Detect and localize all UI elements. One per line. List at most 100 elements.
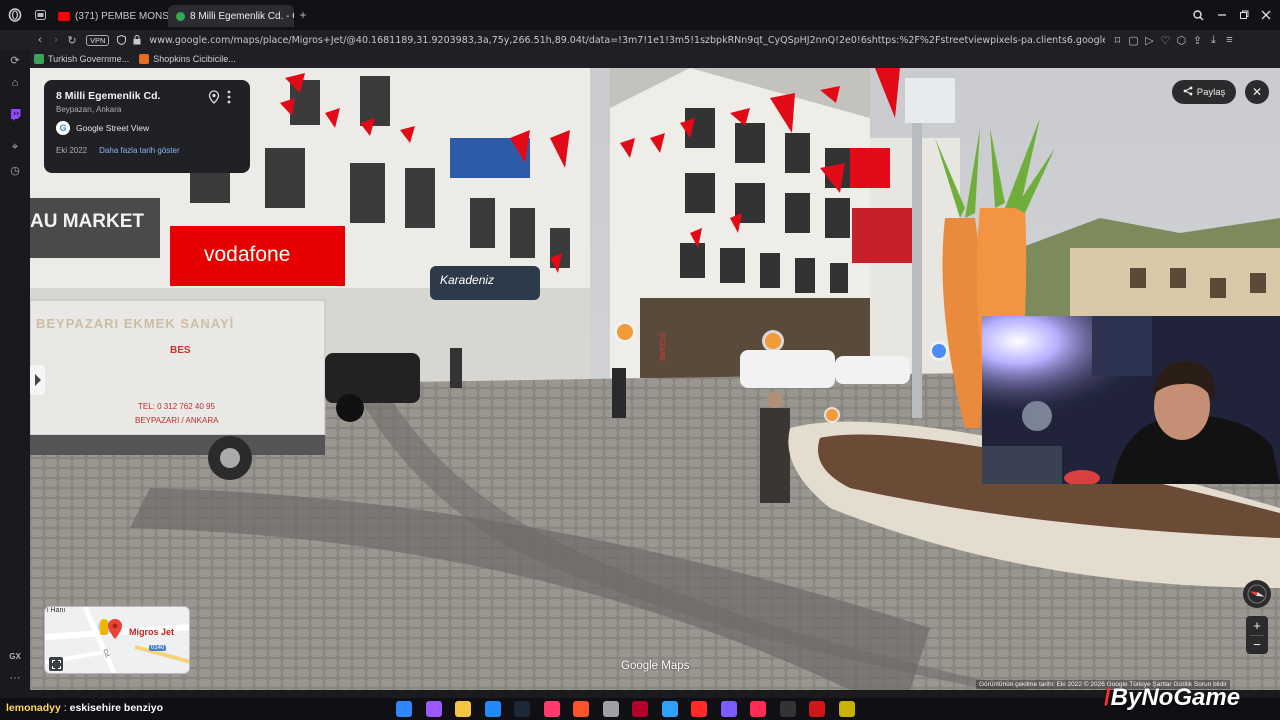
- reload-icon[interactable]: ↻: [64, 32, 80, 48]
- brave-icon[interactable]: [573, 701, 589, 717]
- zoom-controls: + −: [1246, 616, 1268, 654]
- security-shield-icon[interactable]: [113, 32, 129, 48]
- close-window-icon[interactable]: [1258, 7, 1274, 23]
- vodafone-sign: vodafone: [204, 243, 291, 266]
- bookmark-shopkins[interactable]: Shopkins Cicibicile...: [139, 54, 236, 64]
- search-icon[interactable]: [1190, 7, 1206, 23]
- game-app-icon[interactable]: [691, 701, 707, 717]
- download-icon[interactable]: ⤓: [1205, 32, 1221, 48]
- stream-bottom-bar: lemonadyy : eskisehire benziyo: [0, 698, 1280, 720]
- bookmark-label: Shopkins Cicibicile...: [153, 54, 236, 64]
- truck-logo-text: BES: [170, 345, 191, 356]
- opera-gx-icon[interactable]: [543, 701, 560, 717]
- valorant-icon[interactable]: [720, 701, 737, 717]
- location-info-card: 8 Milli Egemenlik Cd. Beypazarı, Ankara …: [44, 80, 250, 173]
- clock-icon[interactable]: ◷: [9, 164, 21, 177]
- history-sync-icon[interactable]: ⟳: [9, 54, 21, 67]
- bookmark-icon[interactable]: ⌑: [1109, 32, 1125, 48]
- zoom-in-button[interactable]: +: [1246, 616, 1268, 635]
- bookmarks-bar: Turkish Governme... Shopkins Cicibicile.…: [0, 50, 1280, 68]
- back-icon[interactable]: ‹: [32, 32, 48, 48]
- play-icon[interactable]: ▷: [1141, 32, 1157, 48]
- share-label: Paylaş: [1196, 86, 1226, 98]
- restore-icon[interactable]: [1236, 7, 1252, 23]
- restaurant-marker-icon[interactable]: [762, 330, 784, 352]
- restaurant-marker-icon[interactable]: [614, 321, 636, 343]
- obs-icon[interactable]: [809, 701, 825, 717]
- file-explorer-icon[interactable]: [455, 701, 471, 717]
- youtube-music-icon[interactable]: [838, 701, 855, 717]
- more-icon[interactable]: ···: [9, 672, 21, 684]
- snapshot-icon[interactable]: ▢: [1125, 32, 1141, 48]
- edge-icon[interactable]: [661, 701, 678, 717]
- browser-tab-bar: (371) PEMBE MONSTER | M 8 Milli Egemenli…: [0, 0, 1280, 30]
- tab-google-maps[interactable]: 8 Milli Egemenlik Cd. - Goo: [168, 5, 294, 27]
- address-bar: ‹ › ↻ VPN www.google.com/maps/place/Migr…: [0, 30, 1280, 50]
- minimize-icon[interactable]: [1214, 7, 1230, 23]
- shopkins-icon: [139, 54, 150, 64]
- more-dates-link[interactable]: Daha fazla tarih göster: [99, 146, 180, 155]
- compass-icon: [1247, 584, 1267, 604]
- close-street-view-button[interactable]: ✕: [1245, 80, 1269, 104]
- truck-phone-text: TEL: 0 312 762 40 95: [138, 402, 215, 411]
- source-label: Google Street View: [76, 123, 150, 133]
- bookmark-turkish-government[interactable]: Turkish Governme...: [34, 54, 129, 64]
- opera-red-icon[interactable]: [632, 701, 648, 717]
- heart-icon[interactable]: ♡: [1157, 32, 1173, 48]
- street-view-source: G Google Street View: [56, 121, 238, 135]
- close-icon: ✕: [1251, 85, 1263, 99]
- street-view-pegman-icon: [100, 619, 108, 635]
- tab-label: (371) PEMBE MONSTER | M: [75, 10, 168, 22]
- tab-youtube[interactable]: (371) PEMBE MONSTER | M: [50, 5, 168, 27]
- new-tab-button[interactable]: +: [294, 8, 312, 22]
- channel-brand-logo: /ByNoGame: [1104, 684, 1240, 712]
- streamer-webcam-overlay: [982, 316, 1280, 484]
- copilot-icon[interactable]: [425, 701, 442, 717]
- microsoft-store-icon[interactable]: [484, 701, 501, 717]
- share-button[interactable]: Paylaş: [1172, 80, 1236, 104]
- map-pin-icon[interactable]: [208, 90, 220, 109]
- taskbar: [396, 701, 868, 717]
- aria-ai-icon[interactable]: ⌂: [9, 77, 21, 89]
- karadeniz-sign: Karadeniz: [440, 273, 495, 287]
- pin-icon[interactable]: ⌖: [9, 141, 21, 153]
- twitch-icon[interactable]: [9, 109, 21, 121]
- discord-icon[interactable]: [750, 701, 766, 717]
- brand-text: ByNoGame: [1110, 684, 1241, 711]
- opera-icon[interactable]: [602, 701, 619, 717]
- compass-button[interactable]: [1243, 580, 1271, 608]
- share-icon[interactable]: ⇪: [1189, 32, 1205, 48]
- more-options-icon[interactable]: [227, 90, 233, 109]
- truck-city-text: BEYPAZARI / ANKARA: [135, 416, 219, 425]
- gx-label[interactable]: GX: [7, 650, 23, 662]
- music-app-icon[interactable]: [779, 701, 796, 717]
- browser-sidebar: ⟳ ⌂ ⌖ ◷ GX ···: [0, 50, 30, 698]
- google-maps-watermark: Google Maps: [621, 660, 690, 672]
- zoom-out-button[interactable]: −: [1246, 635, 1268, 654]
- share-icon: [1183, 86, 1193, 99]
- tab-overview-icon[interactable]: [30, 5, 50, 25]
- restaurant-marker-icon[interactable]: [824, 407, 840, 423]
- minimap-location-label: Migros Jet: [129, 627, 175, 637]
- map-location-pin-icon: [108, 619, 122, 644]
- forward-icon[interactable]: ›: [48, 32, 64, 48]
- url-field[interactable]: www.google.com/maps/place/Migros+Jet/@40…: [149, 35, 1105, 46]
- windows-start-icon[interactable]: [396, 701, 412, 717]
- expand-minimap-icon[interactable]: [49, 657, 63, 671]
- market-sign: AU MARKET: [30, 211, 144, 232]
- lock-icon[interactable]: [129, 32, 145, 48]
- minimap[interactable]: i Hanı Migros Jet Cd. 0140: [44, 606, 190, 674]
- vpn-badge[interactable]: VPN: [86, 34, 110, 46]
- shop-marker-icon[interactable]: [929, 341, 949, 361]
- chat-username: lemonadyy: [6, 702, 61, 714]
- minimap-top-label: i Hanı: [47, 607, 66, 614]
- google-g-icon: G: [56, 121, 70, 135]
- opera-menu-icon[interactable]: [0, 0, 30, 30]
- government-icon: [34, 54, 44, 64]
- steam-icon[interactable]: [514, 701, 530, 717]
- extensions-icon[interactable]: ⬡: [1173, 32, 1189, 48]
- bookmark-label: Turkish Governme...: [48, 54, 130, 64]
- tab-label: 8 Milli Egemenlik Cd. - Goo: [190, 10, 294, 22]
- google-maps-icon: [176, 11, 185, 21]
- menu-icon[interactable]: ≡: [1221, 32, 1237, 48]
